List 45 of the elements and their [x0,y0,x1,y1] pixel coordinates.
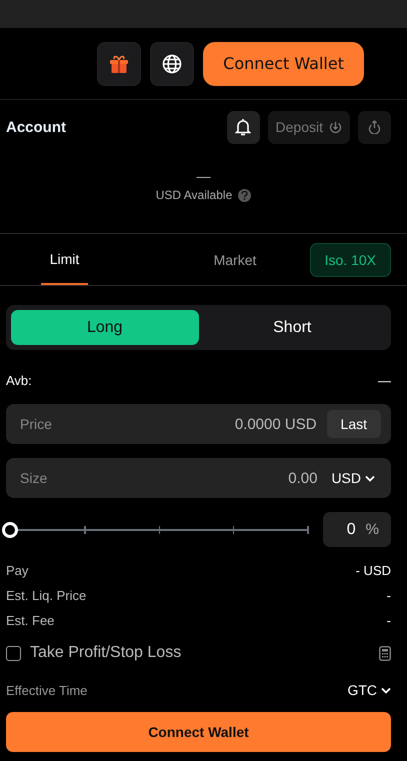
summary-label: Pay [6,563,28,578]
summary-value: - USD [356,563,391,578]
notification-button[interactable] [226,110,260,144]
bell-icon [235,118,252,136]
unit-dropdown[interactable]: USD [327,470,381,486]
chevron-down-icon [365,474,375,482]
percent-value: 0 [346,520,356,538]
available-label: Avb: [6,372,32,388]
withdraw-button[interactable] [358,110,391,144]
price-label: Price [20,416,52,432]
balance-value: — [196,168,210,184]
calculator-icon[interactable] [379,646,391,660]
summary-label: Est. Fee [6,613,54,628]
effective-time-dropdown[interactable]: GTC [347,682,391,698]
price-field[interactable]: Price 0.0000 USD Last [6,404,391,444]
deposit-button[interactable]: Deposit [268,110,350,144]
order-type-tab[interactable]: Market [177,234,293,285]
chevron-down-icon [381,686,391,694]
download-icon [329,120,342,134]
percent-field[interactable]: 0 % [323,512,391,547]
globe-icon [162,54,182,74]
summary-value: - [386,588,391,603]
help-icon[interactable] [238,188,252,202]
connect-wallet-button[interactable]: Connect Wallet [203,42,364,86]
checkbox[interactable] [6,646,21,660]
connect-wallet-button[interactable]: Connect Wallet [6,712,391,752]
size-field[interactable]: Size 0.00 USD [6,458,391,498]
effective-time-label: Effective Time [6,682,88,698]
language-button[interactable] [150,42,194,86]
available-value: — [378,372,391,388]
order-type-tab[interactable]: Limit [41,234,88,285]
tpsl-label: Take Profit/Stop Loss [30,644,182,662]
size-label: Size [20,470,48,486]
leverage-button[interactable]: Iso. 10X [310,242,391,276]
summary-value: - [386,613,391,628]
side-toggle[interactable]: Long [11,310,198,345]
account-title: Account [6,118,67,136]
side-toggle[interactable]: Short [198,310,386,345]
upload-icon [368,120,381,134]
balance-label: USD Available [156,188,232,202]
percent-unit: % [366,521,379,538]
gift-icon [108,52,130,74]
last-price-button[interactable]: Last [326,410,381,438]
summary-label: Est. Liq. Price [6,588,86,603]
gift-button[interactable] [97,42,142,86]
